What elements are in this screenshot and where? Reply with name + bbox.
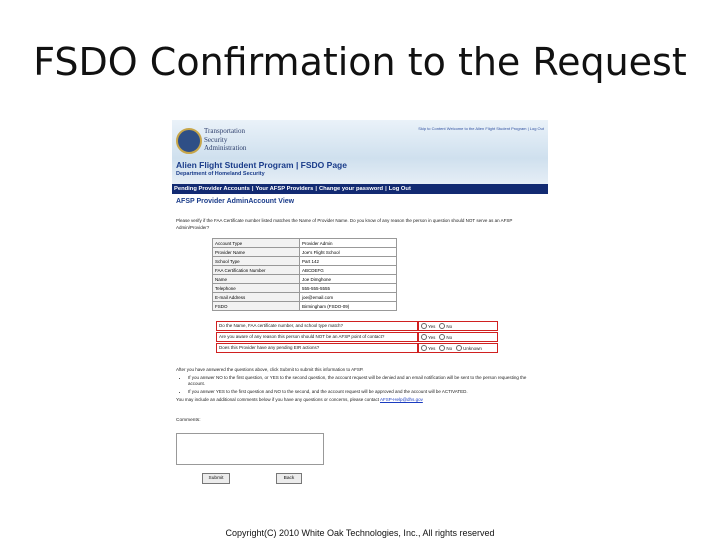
copyright-text: Copyright(C) 2010 White Oak Technologies… <box>225 528 495 538</box>
question-text: Does this Provider have any pending EIR … <box>216 343 418 353</box>
list-item: If you answer NO to the first question, … <box>188 375 536 387</box>
contact-email-link[interactable]: AFSP-Help@dhs.gov <box>380 397 423 402</box>
radio-icon[interactable] <box>456 345 463 351</box>
field-label: Account Type <box>212 238 300 248</box>
verification-questions: Do the Name, FAA certificate number, and… <box>216 321 498 354</box>
nav-pending-provider-accounts[interactable]: Pending Provider Accounts <box>172 186 252 192</box>
field-label: Provider Name <box>212 247 300 257</box>
option-label: Yes <box>428 334 436 340</box>
question-row: Does this Provider have any pending EIR … <box>216 343 498 353</box>
answer-options: Yes No <box>418 332 498 342</box>
contact-line: You may include an additional comments b… <box>176 397 536 403</box>
slide-title: FSDO Confirmation to the Request <box>33 40 687 84</box>
comments-label: Comments: <box>176 418 201 423</box>
agency-line: Administration <box>204 144 247 152</box>
top-links[interactable]: Skip to Content Welcome to the Alien Fli… <box>404 126 544 131</box>
field-value: Birmingham (FSDO-09) <box>299 301 397 311</box>
program-subtitle: Department of Homeland Security <box>176 171 265 177</box>
field-label: Telephone <box>212 283 300 293</box>
submit-button[interactable]: Submit <box>202 473 230 484</box>
option-label: Yes <box>428 323 436 329</box>
site-header: Transportation Security Administration S… <box>172 120 548 184</box>
field-label: Name <box>212 274 300 284</box>
question-text: Are you aware of any reason this person … <box>216 332 418 342</box>
option-label: Yes <box>428 345 436 351</box>
option-label: No <box>446 345 453 351</box>
radio-icon[interactable] <box>439 334 446 340</box>
back-button[interactable]: Back <box>276 473 302 484</box>
table-row: Account Type Provider Admin <box>212 238 397 248</box>
table-row: FSDO Birmingham (FSDO-09) <box>212 301 397 311</box>
option-no[interactable]: No <box>439 334 452 340</box>
dhs-seal-icon <box>176 128 202 154</box>
field-value: ABCDEFG <box>299 265 397 275</box>
program-title: Alien Flight Student Program | FSDO Page <box>176 160 347 170</box>
radio-icon[interactable] <box>421 334 427 340</box>
option-label: Unknown <box>463 345 482 351</box>
field-label: School Type <box>212 256 300 266</box>
agency-line: Transportation <box>204 127 245 135</box>
table-row: FAA Certification Number ABCDEFG <box>212 265 397 275</box>
option-yes[interactable]: Yes <box>421 323 435 329</box>
radio-icon[interactable] <box>421 345 427 351</box>
option-yes[interactable]: Yes <box>421 334 435 340</box>
nav-log-out[interactable]: Log Out <box>387 186 413 192</box>
option-no[interactable]: No <box>439 345 452 351</box>
table-row: School Type Part 142 <box>212 256 397 266</box>
screenshot-panel: Transportation Security Administration S… <box>172 120 548 520</box>
nav-your-afsp-providers[interactable]: Your AFSP Providers <box>253 186 315 192</box>
radio-icon[interactable] <box>421 323 427 329</box>
field-value: Joe Dimghone <box>299 274 397 284</box>
radio-icon[interactable] <box>439 323 446 329</box>
instructions-lead: After you have answered the questions ab… <box>176 367 364 372</box>
page-heading: AFSP Provider AdminAccount View <box>176 198 295 205</box>
question-text: Do the Name, FAA certificate number, and… <box>216 321 418 331</box>
option-label: No <box>446 323 453 329</box>
radio-icon[interactable] <box>439 345 446 351</box>
question-row: Are you aware of any reason this person … <box>216 332 498 342</box>
question-row: Do the Name, FAA certificate number, and… <box>216 321 498 331</box>
field-value: 555-555-5555 <box>299 283 397 293</box>
agency-name: Transportation Security Administration <box>204 127 284 153</box>
instructions-list: If you answer NO to the first question, … <box>176 375 536 395</box>
field-label: E-mail Address <box>212 292 300 302</box>
intro-text: Please verify if the FAA Certificate num… <box>176 218 513 230</box>
field-value: Joe's Flight School <box>299 247 397 257</box>
contact-text: You may include an additional comments b… <box>176 397 379 402</box>
answer-options: Yes No Unknown <box>418 343 498 353</box>
table-row: Telephone 555-555-5555 <box>212 283 397 293</box>
field-value: joe@email.com <box>299 292 397 302</box>
option-label: No <box>446 334 453 340</box>
nav-change-password[interactable]: Change your password <box>317 186 385 192</box>
answer-options: Yes No <box>418 321 498 331</box>
table-row: Provider Name Joe's Flight School <box>212 247 397 257</box>
instructions: After you have answered the questions ab… <box>176 367 536 403</box>
field-label: FAA Certification Number <box>212 265 300 275</box>
agency-line: Security <box>204 135 228 144</box>
option-yes[interactable]: Yes <box>421 345 435 351</box>
field-value: Provider Admin <box>299 238 397 248</box>
list-item: If you answer YES to the first question … <box>188 389 536 395</box>
table-row: Name Joe Dimghone <box>212 274 397 284</box>
main-nav: Pending Provider Accounts | Your AFSP Pr… <box>172 184 548 194</box>
table-row: E-mail Address joe@email.com <box>212 292 397 302</box>
field-value: Part 142 <box>299 256 397 266</box>
option-no[interactable]: No <box>439 323 452 329</box>
field-label: FSDO <box>212 301 300 311</box>
option-unknown[interactable]: Unknown <box>456 345 482 351</box>
comments-textarea[interactable] <box>176 433 324 465</box>
account-info-table: Account Type Provider Admin Provider Name… <box>212 238 397 311</box>
